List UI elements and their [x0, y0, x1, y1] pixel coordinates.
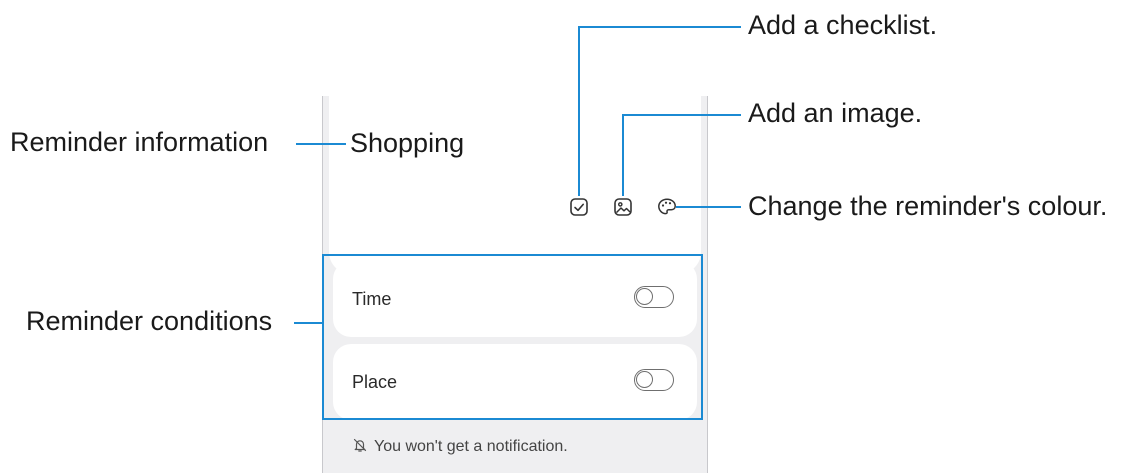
notification-status: You won't get a notification. — [352, 437, 568, 456]
conditions-highlight — [322, 254, 703, 420]
callout-line-conditions — [294, 322, 322, 324]
callout-line-image — [622, 114, 624, 196]
callout-conditions: Reminder conditions — [26, 306, 273, 336]
callout-line-checklist — [578, 26, 580, 196]
callout-colour: Change the reminder's colour. — [748, 191, 1108, 221]
callout-image: Add an image. — [748, 98, 923, 128]
notification-text: You won't get a notification. — [374, 438, 568, 455]
callout-info: Reminder information — [10, 127, 269, 157]
reminder-card — [329, 96, 701, 274]
reminder-title[interactable]: Shopping — [350, 128, 464, 159]
callout-line-colour — [676, 206, 741, 208]
image-icon[interactable] — [612, 196, 634, 218]
callout-line-info — [296, 143, 346, 145]
checkbox-icon[interactable] — [568, 196, 590, 218]
callout-line-image-h — [622, 114, 741, 116]
palette-icon[interactable] — [656, 196, 678, 218]
callout-checklist: Add a checklist. — [748, 10, 938, 40]
callout-line-checklist-h — [578, 26, 741, 28]
bell-off-icon — [352, 437, 368, 453]
